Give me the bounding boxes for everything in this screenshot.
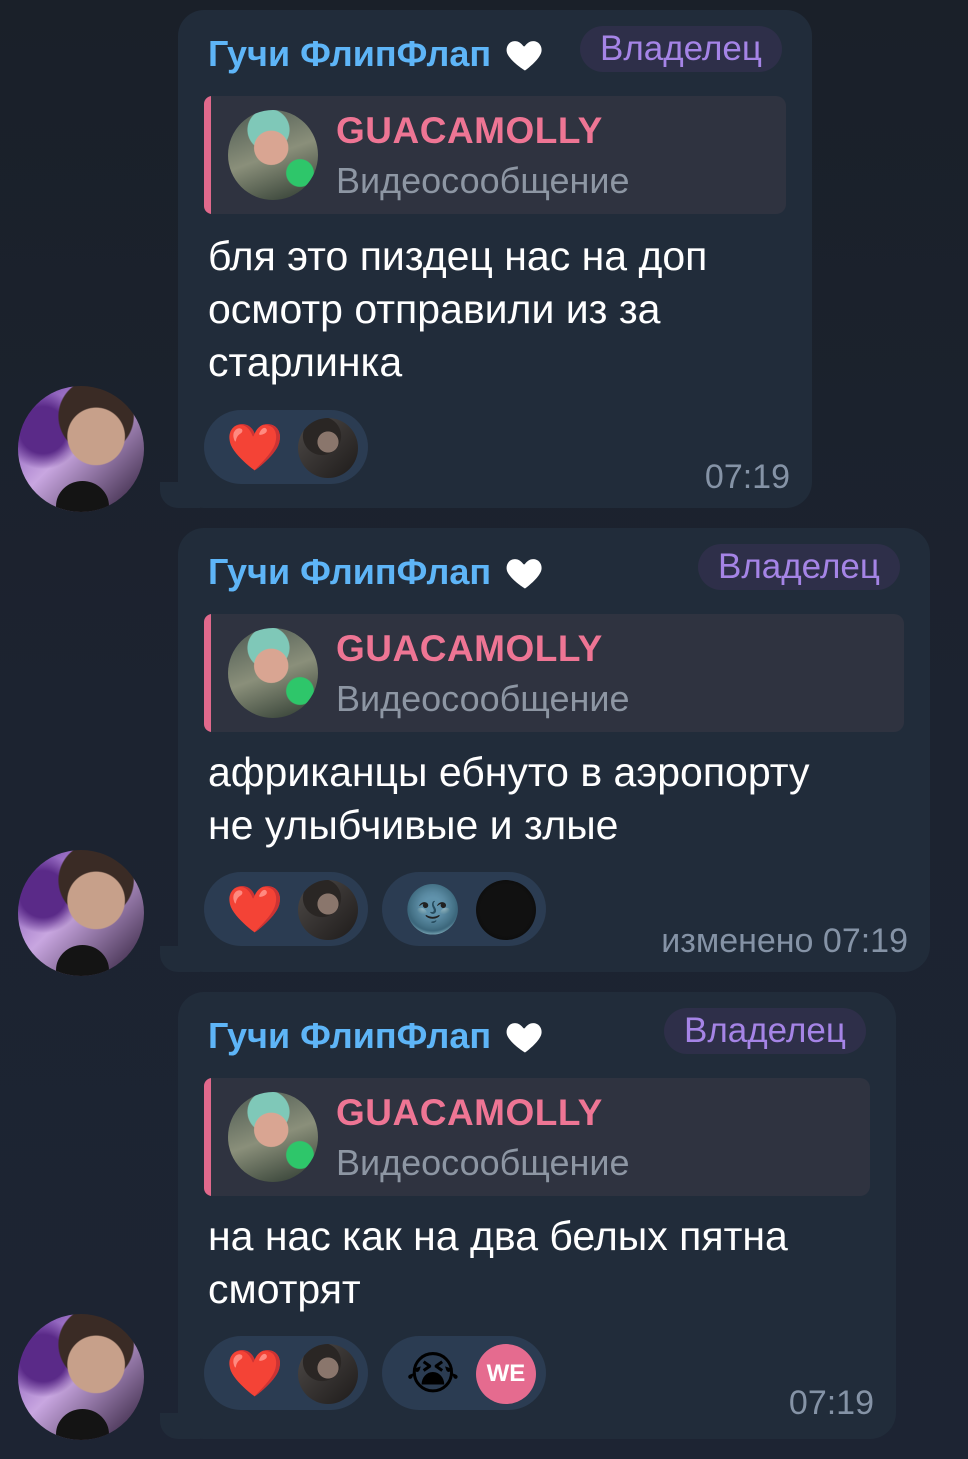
message-line: старлинка xyxy=(208,339,403,385)
message-line: на нас как на два белых пятна xyxy=(208,1213,788,1259)
message-line: не улыбчивые и злые xyxy=(208,802,619,848)
sender-name-text[interactable]: Гучи ФлипФлап xyxy=(208,1015,491,1057)
reply-video-thumbnail xyxy=(228,110,318,200)
message-time: 07:19 xyxy=(704,458,790,496)
reply-author: GUACAMOLLY xyxy=(336,1092,603,1133)
message-1[interactable]: Гучи ФлипФлап Владелец GUACAMOLLY Видеос… xyxy=(0,0,968,520)
message-text: бля это пиздец нас на доп осмотр отправи… xyxy=(208,230,707,389)
owner-badge: Владелец xyxy=(580,26,782,72)
message-bubble[interactable]: Гучи ФлипФлап Владелец GUACAMOLLY Видеос… xyxy=(178,10,812,508)
reply-type: Видеосообщение xyxy=(336,160,630,201)
sender-avatar[interactable] xyxy=(18,850,144,976)
message-3[interactable]: Гучи ФлипФлап Владелец GUACAMOLLY Видеос… xyxy=(0,980,968,1459)
message-line: африканцы ебнуто в аэропорту xyxy=(208,749,810,795)
sender-avatar[interactable] xyxy=(18,1314,144,1440)
reaction-moon-face[interactable]: 🌚 xyxy=(382,872,546,946)
heart-reaction-icon: ❤️ xyxy=(226,882,284,936)
reply-type: Видеосообщение xyxy=(336,678,630,719)
reply-author: GUACAMOLLY xyxy=(336,628,603,669)
white-heart-icon xyxy=(506,559,542,589)
bubble-tail xyxy=(160,946,200,972)
reaction-crying-face[interactable]: 😭 WE xyxy=(382,1336,546,1410)
message-line: бля это пиздец нас на доп xyxy=(208,233,708,279)
owner-badge: Владелец xyxy=(664,1008,866,1054)
message-line: осмотр отправили из за xyxy=(208,286,661,332)
message-2[interactable]: Гучи ФлипФлап Владелец GUACAMOLLY Видеос… xyxy=(0,520,968,980)
reactor-avatar xyxy=(298,418,358,478)
reply-quote[interactable]: GUACAMOLLY Видеосообщение xyxy=(204,1078,870,1196)
reactor-avatar-initials: WE xyxy=(476,1344,536,1404)
sender-name[interactable]: Гучи ФлипФлап xyxy=(208,32,547,76)
sender-name[interactable]: Гучи ФлипФлап xyxy=(208,1014,547,1058)
message-bubble[interactable]: Гучи ФлипФлап Владелец GUACAMOLLY Видеос… xyxy=(178,528,930,972)
message-text: африканцы ебнуто в аэропорту не улыбчивы… xyxy=(208,746,810,852)
message-line: смотрят xyxy=(208,1266,361,1312)
reply-video-thumbnail xyxy=(228,1092,318,1182)
bubble-tail xyxy=(160,482,200,508)
reply-accent-bar xyxy=(204,96,211,214)
reaction-heart[interactable]: ❤️ xyxy=(204,872,368,946)
reply-accent-bar xyxy=(204,1078,211,1196)
white-heart-icon xyxy=(506,1023,542,1053)
reactor-avatar xyxy=(298,1344,358,1404)
sender-name-text[interactable]: Гучи ФлипФлап xyxy=(208,33,491,75)
reply-accent-bar xyxy=(204,614,211,732)
message-text: на нас как на два белых пятна смотрят xyxy=(208,1210,788,1316)
bubble-tail xyxy=(160,1413,200,1439)
heart-reaction-icon: ❤️ xyxy=(226,1346,284,1400)
owner-badge: Владелец xyxy=(698,544,900,590)
message-bubble[interactable]: Гучи ФлипФлап Владелец GUACAMOLLY Видеос… xyxy=(178,992,896,1439)
reply-quote[interactable]: GUACAMOLLY Видеосообщение xyxy=(204,614,904,732)
reaction-heart[interactable]: ❤️ xyxy=(204,410,368,484)
reply-author: GUACAMOLLY xyxy=(336,110,603,151)
reply-type: Видеосообщение xyxy=(336,1142,630,1183)
moon-face-reaction-icon: 🌚 xyxy=(404,882,462,936)
reply-video-thumbnail xyxy=(228,628,318,718)
reactor-avatar xyxy=(298,880,358,940)
sender-avatar[interactable] xyxy=(18,386,144,512)
heart-reaction-icon: ❤️ xyxy=(226,420,284,474)
sender-name[interactable]: Гучи ФлипФлап xyxy=(208,550,547,594)
reaction-heart[interactable]: ❤️ xyxy=(204,1336,368,1410)
message-time: 07:19 xyxy=(788,1384,874,1422)
reactor-avatar xyxy=(476,880,536,940)
sender-name-text[interactable]: Гучи ФлипФлап xyxy=(208,551,491,593)
message-time: изменено 07:19 xyxy=(661,922,908,960)
white-heart-icon xyxy=(506,41,542,71)
crying-face-reaction-icon: 😭 xyxy=(406,1346,460,1400)
reply-quote[interactable]: GUACAMOLLY Видеосообщение xyxy=(204,96,786,214)
